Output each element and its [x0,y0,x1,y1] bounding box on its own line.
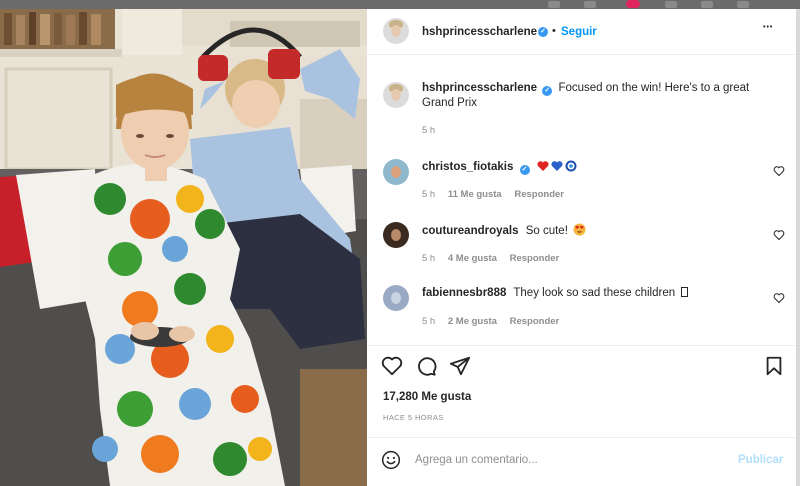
activity-icon[interactable] [701,1,713,8]
comment-1-emojis [537,160,577,172]
comment-3: fabiennesbr888 They look so sad these ch… [422,287,689,299]
missing-glyph-icon [681,287,689,297]
caption: hshprincesscharlene ✓ Focused on the win… [422,81,782,111]
explore-icon[interactable] [665,1,677,8]
caption-meta: 5 h [422,125,445,136]
comment-3-text: They look so sad these children [513,287,676,299]
post-header: hshprincesscharlene ✓ • Seguir ••• [367,9,796,55]
comment-1-reply-button[interactable]: Responder [514,189,564,200]
follow-button[interactable]: Seguir [561,26,597,38]
notification-badge [626,0,640,8]
blue-heart-emoji [551,161,563,171]
top-strip [0,0,800,9]
verified-badge-icon: ✓ [538,27,548,37]
heart-outline-icon[interactable] [773,292,785,304]
comment-input[interactable] [415,452,715,468]
comment-2-text: So cute! [525,225,568,237]
separator-dot: • [552,25,556,37]
comment-1-likes[interactable]: 11 Me gusta [448,189,502,200]
home-icon[interactable] [548,1,560,8]
messages-icon[interactable] [584,1,596,8]
post-side-panel: hshprincesscharlene ✓ • Seguir ••• hshpr… [367,9,796,486]
heart-outline-icon[interactable] [773,165,785,177]
divider [367,437,796,438]
caption-author-username[interactable]: hshprincesscharlene [422,82,537,94]
commenter-avatar[interactable] [383,222,409,248]
heart-icon[interactable] [381,355,403,377]
share-icon[interactable] [449,355,471,377]
emoji-icon[interactable] [381,450,401,470]
comment-2-likes[interactable]: 4 Me gusta [448,253,497,264]
comment-2-age: 5 h [422,253,436,264]
post-time: HACE 5 HORAS [383,413,444,422]
caption-author-avatar[interactable] [383,82,409,108]
comment-1-age: 5 h [422,189,436,200]
comment-1-username[interactable]: christos_fiotakis [422,161,513,173]
bookmark-icon[interactable] [763,355,785,377]
profile-icon[interactable] [737,1,749,8]
red-heart-emoji [537,161,549,171]
comment-3-meta: 5 h 2 Me gusta Responder [422,316,569,327]
caption-age: 5 h [422,125,436,136]
publish-button[interactable]: Publicar [738,454,783,466]
heart-eyes-emoji [573,223,586,236]
verified-badge-icon: ✓ [542,86,553,96]
comment-2-reply-button[interactable]: Responder [510,253,560,264]
comment-3-username[interactable]: fabiennesbr888 [422,287,506,299]
heart-outline-icon[interactable] [773,229,785,241]
divider [367,345,796,346]
author-username[interactable]: hshprincesscharlene [422,26,537,38]
more-options-icon[interactable]: ••• [763,24,773,31]
comment-icon[interactable] [415,355,437,377]
comment-3-age: 5 h [422,316,436,327]
comment-2: coutureandroyals So cute! [422,223,586,237]
comment-1: christos_fiotakis ✓ [422,160,577,175]
commenter-avatar[interactable] [383,285,409,311]
comment-2-meta: 5 h 4 Me gusta Responder [422,253,569,264]
author-avatar[interactable] [383,18,409,44]
comment-3-reply-button[interactable]: Responder [510,316,560,327]
comment-3-likes[interactable]: 2 Me gusta [448,316,497,327]
comment-1-meta: 5 h 11 Me gusta Responder [422,189,574,200]
likes-count[interactable]: 17,280 Me gusta [383,391,471,403]
right-edge [796,9,800,486]
verified-badge-icon: ✓ [519,165,530,175]
comment-2-username[interactable]: coutureandroyals [422,225,519,237]
commenter-avatar[interactable] [383,159,409,185]
post-photo [0,9,367,486]
